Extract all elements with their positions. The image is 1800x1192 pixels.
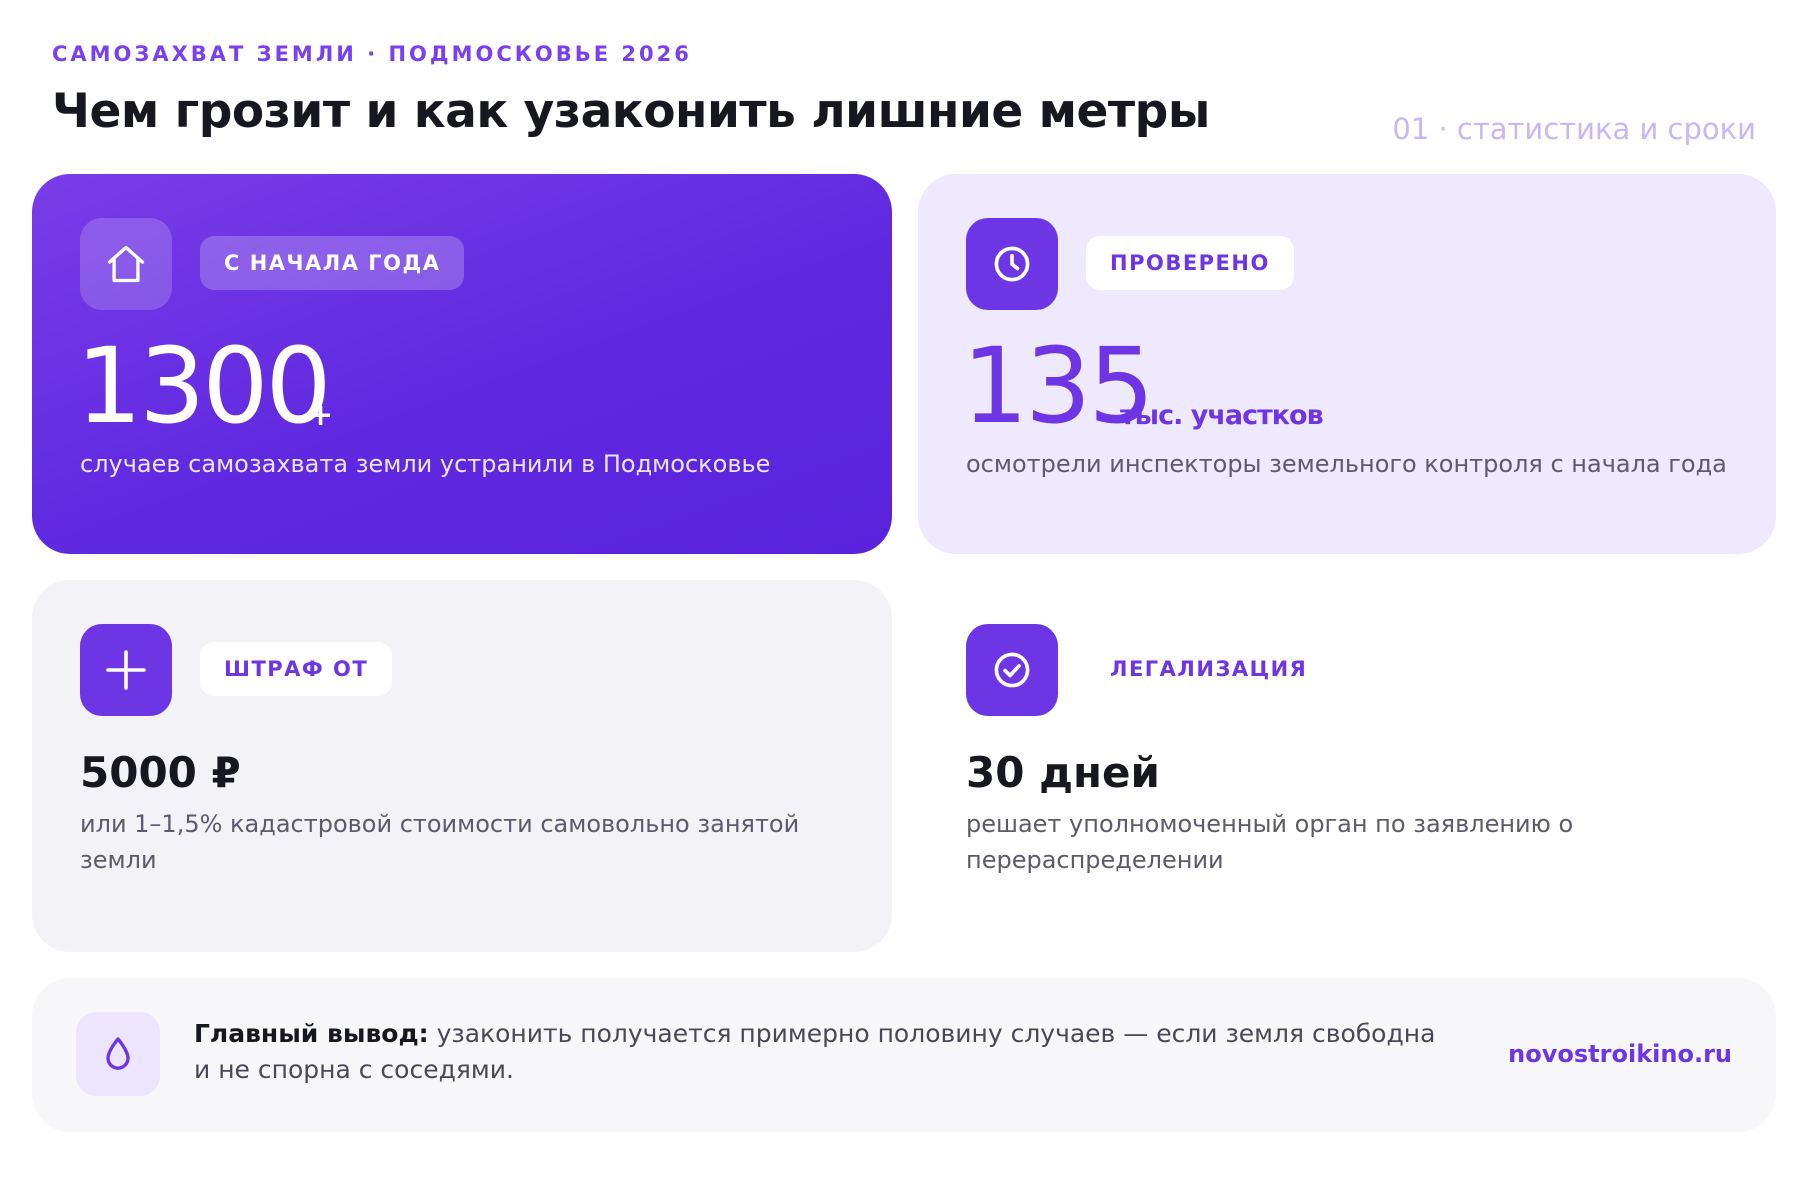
fine-badge: ШТРАФ ОТ (200, 642, 393, 696)
legalization-value: 30 дней (966, 748, 1160, 797)
stat-card-fine: ШТРАФ ОТ 5000 ₽ или 1–1,5% кадастровой с… (32, 580, 892, 952)
drop-icon (76, 1012, 160, 1096)
clock-icon (966, 218, 1058, 310)
period-badge: С НАЧАЛА ГОДА (200, 236, 465, 290)
section-label: 01 · статистика и сроки (1392, 112, 1756, 146)
plus-icon (80, 624, 172, 716)
site-link[interactable]: novostroikino.ru (1508, 1040, 1732, 1068)
conclusion-text: Главный вывод: узаконить получается прим… (194, 1016, 1454, 1088)
inspections-unit: тыс. участков (1120, 400, 1324, 431)
check-circle-icon (966, 624, 1058, 716)
stat-card-inspections: ПРОВЕРЕНО 135 тыс. участков осмотрели ин… (918, 174, 1776, 554)
kicker: САМОЗАХВАТ ЗЕМЛИ · ПОДМОСКОВЬЕ 2026 (52, 42, 692, 66)
cases-description: случаев самозахвата земли устранили в По… (80, 450, 771, 478)
checked-badge: ПРОВЕРЕНО (1086, 236, 1294, 290)
home-icon (80, 218, 172, 310)
stat-card-legalization: ЛЕГАЛИЗАЦИЯ 30 дней решает уполномоченны… (918, 580, 1776, 952)
legalization-description: решает уполномоченный орган по заявлению… (966, 810, 1574, 874)
legalization-badge: ЛЕГАЛИЗАЦИЯ (1110, 657, 1308, 681)
cases-value: 1300 (76, 325, 332, 447)
cases-suffix: + (308, 398, 334, 433)
page-title: Чем грозит и как узаконить лишние метры (52, 84, 1210, 139)
conclusion-banner: Главный вывод: узаконить получается прим… (32, 978, 1776, 1132)
fine-value: 5000 ₽ (80, 748, 241, 797)
inspections-description: осмотрели инспекторы земельного контроля… (966, 450, 1727, 478)
fine-description: или 1–1,5% кадастровой стоимости самовол… (80, 810, 800, 874)
stat-card-cases: С НАЧАЛА ГОДА 1300 + случаев самозахвата… (32, 174, 892, 554)
conclusion-lead: Главный вывод: (194, 1019, 429, 1048)
